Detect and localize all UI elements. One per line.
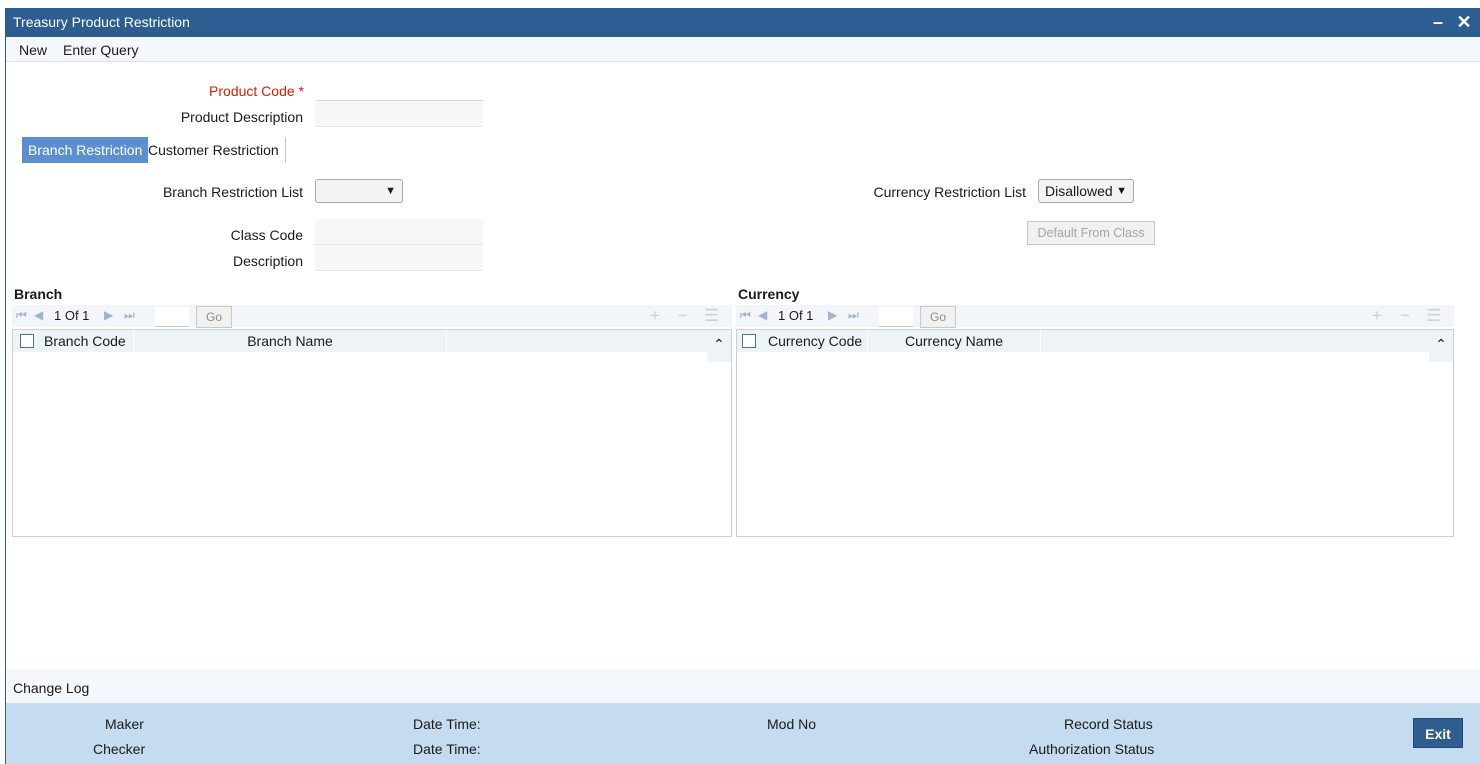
product-code-label-text: Product Code <box>209 83 295 99</box>
product-code-input[interactable] <box>315 75 483 101</box>
first-page-icon[interactable]: ⏮ <box>16 308 27 323</box>
branch-restriction-list-select[interactable]: ▼ <box>315 179 403 203</box>
last-page-icon[interactable]: ⏭ <box>124 308 135 323</box>
authorization-status-label: Authorization Status <box>1029 741 1155 757</box>
currency-restriction-list-value: Disallowed <box>1045 183 1113 199</box>
description-label: Description <box>232 253 303 269</box>
menu-bar: New Enter Query <box>6 37 1480 62</box>
class-code-label: Class Code <box>230 227 303 243</box>
chevron-down-icon: ▼ <box>385 185 396 197</box>
tab-branch-restriction[interactable]: Branch Restriction <box>22 137 149 163</box>
new-menu-item[interactable]: New <box>19 42 47 58</box>
list-view-icon[interactable]: ☰ <box>1426 306 1441 326</box>
currency-page-indicator: 1 Of 1 <box>778 308 814 323</box>
add-row-icon[interactable]: + <box>650 306 660 326</box>
next-page-icon[interactable]: ▶ <box>104 308 113 322</box>
branch-table-header: Branch Code Branch Name <box>13 330 707 352</box>
currency-table: Currency Code Currency Name ⌃ <box>736 329 1454 537</box>
currency-pager: ⏮ ◀ 1 Of 1 ▶ ⏭ Go + − ☰ <box>736 305 1454 328</box>
list-view-icon[interactable]: ☰ <box>704 306 719 326</box>
product-description-label: Product Description <box>180 109 303 125</box>
window-title: Treasury Product Restriction <box>13 14 190 30</box>
currency-table-header: Currency Code Currency Name <box>737 330 1429 352</box>
product-code-label: Product Code * <box>156 83 304 99</box>
next-page-icon[interactable]: ▶ <box>828 308 837 322</box>
checker-date-time-label: Date Time: <box>413 741 481 757</box>
required-marker: * <box>298 83 304 99</box>
default-from-class-button[interactable]: Default From Class <box>1027 221 1155 245</box>
currency-page-input[interactable] <box>879 307 913 327</box>
maker-date-time-label: Date Time: <box>413 716 481 732</box>
last-page-icon[interactable]: ⏭ <box>848 308 859 323</box>
branch-restriction-list-label: Branch Restriction List <box>162 184 303 200</box>
maker-label: Maker <box>105 716 144 732</box>
chevron-up-icon[interactable]: ⌃ <box>1429 330 1453 362</box>
add-row-icon[interactable]: + <box>1372 306 1382 326</box>
select-all-branch-checkbox[interactable] <box>20 334 34 348</box>
branch-go-button[interactable]: Go <box>196 306 232 328</box>
record-status-label: Record Status <box>1064 716 1153 732</box>
branch-page-input[interactable] <box>155 307 189 327</box>
branch-name-column-header[interactable]: Branch Name <box>134 330 447 352</box>
close-icon[interactable]: ✕ <box>1454 11 1474 33</box>
checker-label: Checker <box>93 741 146 757</box>
title-bar: Treasury Product Restriction – ✕ <box>6 8 1480 37</box>
previous-page-icon[interactable]: ◀ <box>758 308 767 322</box>
currency-code-column-header[interactable]: Currency Code <box>768 330 868 352</box>
currency-name-column-header[interactable]: Currency Name <box>868 330 1041 352</box>
description-input[interactable] <box>315 245 483 271</box>
branch-page-indicator: 1 Of 1 <box>54 308 90 323</box>
branch-section-title: Branch <box>14 286 63 302</box>
delete-row-icon[interactable]: − <box>1400 306 1410 326</box>
currency-restriction-list-label: Currency Restriction List <box>873 184 1027 200</box>
currency-go-button[interactable]: Go <box>920 306 956 328</box>
exit-button[interactable]: Exit <box>1413 718 1463 748</box>
branch-pager: ⏮ ◀ 1 Of 1 ▶ ⏭ Go + − ☰ <box>12 305 732 328</box>
first-page-icon[interactable]: ⏮ <box>740 308 751 323</box>
class-code-input[interactable] <box>315 219 483 245</box>
select-all-currency-checkbox[interactable] <box>742 334 756 348</box>
treasury-product-restriction-window: Treasury Product Restriction – ✕ New Ent… <box>5 8 1480 764</box>
minimize-icon[interactable]: – <box>1428 11 1448 33</box>
delete-row-icon[interactable]: − <box>678 306 688 326</box>
currency-section-title: Currency <box>738 286 800 302</box>
change-log-bar: Change Log <box>6 669 1480 703</box>
tab-customer-restriction[interactable]: Customer Restriction <box>142 137 286 163</box>
enter-query-menu-item[interactable]: Enter Query <box>63 42 138 58</box>
branch-table: Branch Code Branch Name ⌃ <box>12 329 732 537</box>
branch-code-column-header[interactable]: Branch Code <box>44 330 134 352</box>
chevron-down-icon: ▼ <box>1116 185 1127 197</box>
change-log-label[interactable]: Change Log <box>13 680 89 696</box>
previous-page-icon[interactable]: ◀ <box>34 308 43 322</box>
currency-restriction-list-select[interactable]: Disallowed ▼ <box>1038 179 1134 203</box>
chevron-up-icon[interactable]: ⌃ <box>707 330 731 362</box>
product-description-input[interactable] <box>315 101 483 127</box>
mod-no-label: Mod No <box>767 716 817 732</box>
audit-footer: Maker Checker Date Time: Date Time: Mod … <box>6 703 1480 764</box>
top-strip <box>0 0 1480 8</box>
